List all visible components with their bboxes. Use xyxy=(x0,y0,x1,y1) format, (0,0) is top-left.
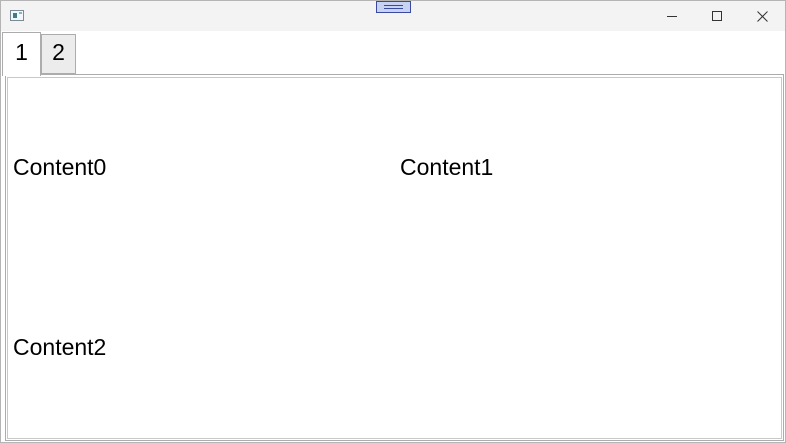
minimize-button[interactable] xyxy=(649,1,695,31)
app-window: 1 2 Content0 Content1 Content2 xyxy=(0,0,786,443)
maximize-icon xyxy=(712,11,722,21)
content-cell-0: Content0 xyxy=(13,154,107,180)
tab-1-label: 1 xyxy=(15,39,28,65)
tab-strip: 1 2 xyxy=(1,31,785,76)
app-icon[interactable] xyxy=(10,10,24,21)
content-grid: Content0 Content1 Content2 xyxy=(7,77,782,439)
minimize-icon xyxy=(667,16,677,17)
close-icon xyxy=(757,11,768,22)
app-icon-dot xyxy=(19,12,22,14)
content-cell-1: Content1 xyxy=(400,154,494,180)
tab-1[interactable]: 1 xyxy=(2,32,41,76)
tab-2-label: 2 xyxy=(52,39,65,65)
drag-handle-line xyxy=(384,5,403,6)
close-button[interactable] xyxy=(739,1,785,31)
app-icon-panel xyxy=(13,13,17,18)
drag-handle-line xyxy=(384,8,403,9)
drag-handle[interactable] xyxy=(376,1,411,13)
maximize-button[interactable] xyxy=(694,1,740,31)
tab-content-panel: Content0 Content1 Content2 xyxy=(5,74,784,441)
tab-2[interactable]: 2 xyxy=(41,34,76,74)
content-cell-2: Content2 xyxy=(13,334,107,360)
title-bar[interactable] xyxy=(1,1,785,31)
